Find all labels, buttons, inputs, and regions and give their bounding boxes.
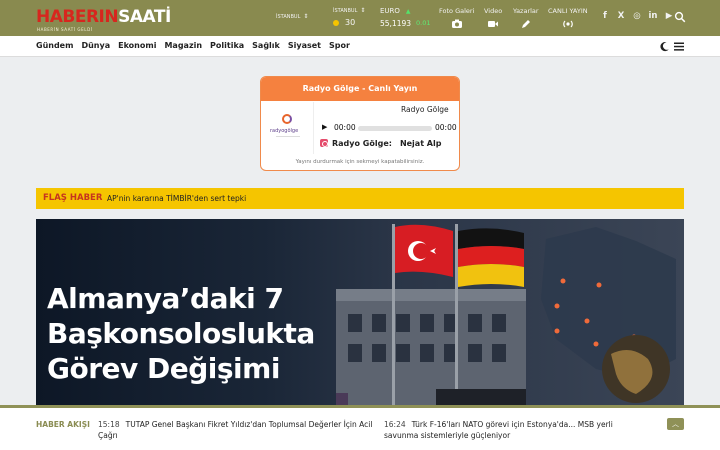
ticker-item[interactable]: 15:18 TUTAP Genel Başkanı Fikret Yıldız'd… bbox=[98, 419, 383, 441]
now-playing-song: Nejat Alp bbox=[399, 138, 442, 148]
updown-chevron-icon: ⇕ bbox=[360, 7, 366, 14]
ticker-time: 16:24 bbox=[384, 420, 406, 429]
quick-link-photo-gallery[interactable]: Foto Galeri bbox=[439, 7, 474, 30]
youtube-icon[interactable]: ▶ bbox=[664, 11, 674, 22]
up-arrow-icon: ▲ bbox=[405, 7, 411, 15]
camera-icon bbox=[451, 19, 462, 28]
nav-item-spor[interactable]: Spor bbox=[329, 41, 350, 50]
social-links: f X ◎ in ▶ bbox=[600, 11, 674, 22]
ticker-label: HABER AKIŞI bbox=[36, 420, 90, 429]
flash-news-bar[interactable]: FLAŞ HABER AP'nin kararına TİMBİR'den se… bbox=[36, 188, 684, 209]
total-time: 00:00 bbox=[435, 123, 457, 132]
radio-station-name: Radyo Gölge bbox=[401, 105, 449, 114]
hamburger-menu-icon[interactable] bbox=[673, 41, 685, 52]
nav-item-gundem[interactable]: Gündem bbox=[36, 41, 73, 50]
current-time: 00:00 bbox=[334, 123, 356, 132]
quick-link-label: CANLI YAYIN bbox=[548, 7, 588, 15]
radio-logo-text: radyogölge bbox=[270, 128, 299, 134]
nav-item-siyaset[interactable]: Siyaset bbox=[288, 41, 321, 50]
radio-logo-divider bbox=[276, 136, 300, 137]
video-icon bbox=[488, 21, 499, 27]
radio-title: Radyo Gölge - Canlı Yayın bbox=[261, 77, 459, 101]
nav-item-magazin[interactable]: Magazin bbox=[164, 41, 202, 50]
site-logo[interactable]: HABERINSAATİ bbox=[36, 8, 171, 26]
pen-icon bbox=[521, 20, 530, 28]
nav-item-politika[interactable]: Politika bbox=[210, 41, 244, 50]
radio-player-widget: Radyo Gölge - Canlı Yayın radyogölge Rad… bbox=[260, 76, 460, 171]
broadcast-icon bbox=[562, 20, 573, 28]
quick-link-video[interactable]: Video bbox=[484, 7, 502, 30]
facebook-icon[interactable]: f bbox=[600, 11, 610, 22]
now-playing-label: Radyo Gölge: bbox=[332, 138, 392, 148]
main-nav: Gündem Dünya Ekonomi Magazin Politika Sa… bbox=[0, 36, 720, 57]
quick-link-label: Yazarlar bbox=[513, 7, 539, 15]
location-select-label: İSTANBUL bbox=[276, 13, 301, 20]
search-icon[interactable] bbox=[674, 11, 686, 23]
nav-item-ekonomi[interactable]: Ekonomi bbox=[118, 41, 156, 50]
nav-item-dunya[interactable]: Dünya bbox=[81, 41, 110, 50]
play-icon[interactable]: ▶ bbox=[322, 123, 327, 131]
music-app-icon bbox=[320, 139, 328, 147]
progress-track[interactable] bbox=[358, 126, 432, 131]
news-ticker: HABER AKIŞI 15:18 TUTAP Genel Başkanı Fik… bbox=[0, 405, 720, 450]
flash-news-headline[interactable]: AP'nin kararına TİMBİR'den sert tepki bbox=[107, 194, 246, 203]
linkedin-icon[interactable]: in bbox=[648, 11, 658, 22]
quick-link-live[interactable]: CANLI YAYIN bbox=[548, 7, 588, 30]
top-header: HABERINSAATİ HABERİN SAATİ GELDİ İSTANBU… bbox=[0, 0, 720, 36]
currency-widget[interactable]: EURO ▲ 55,1193 0.01 bbox=[380, 7, 431, 28]
weather-temp: 30 bbox=[345, 18, 356, 27]
chevron-up-icon[interactable]: ︿ bbox=[667, 418, 684, 430]
ticker-time: 15:18 bbox=[98, 420, 120, 429]
weather-widget[interactable]: İSTANBUL ⇕ 30 bbox=[333, 7, 373, 27]
weather-city: İSTANBUL bbox=[333, 8, 358, 14]
ticker-headline: Türk F-16'ları NATO görevi için Estonya'… bbox=[384, 420, 613, 440]
hero-news-slide[interactable]: Almanya’daki 7 Başkonsoloslukta Görev De… bbox=[36, 219, 684, 407]
hero-headline[interactable]: Almanya’daki 7 Başkonsoloslukta Görev De… bbox=[47, 281, 367, 386]
quick-link-label: Video bbox=[484, 7, 503, 15]
moon-icon[interactable] bbox=[659, 41, 670, 52]
nav-item-saglik[interactable]: Sağlık bbox=[252, 41, 280, 50]
quick-link-label: Foto Galeri bbox=[439, 7, 475, 15]
x-icon[interactable]: X bbox=[616, 11, 626, 22]
location-select[interactable]: İSTANBUL ⇕ bbox=[276, 13, 308, 20]
audio-player: ▶ 00:00 00:00 bbox=[320, 123, 459, 133]
quick-link-authors[interactable]: Yazarlar bbox=[513, 7, 539, 30]
ticker-item[interactable]: 16:24 Türk F-16'ları NATO görevi için Est… bbox=[384, 419, 646, 441]
instagram-icon[interactable]: ◎ bbox=[632, 11, 642, 22]
radio-footer-note: Yayını durdurmak için sekmeyi kapatabili… bbox=[295, 159, 425, 165]
currency-name: EURO bbox=[380, 7, 400, 15]
updown-chevron-icon: ⇕ bbox=[303, 13, 309, 20]
flash-news-label: FLAŞ HABER bbox=[43, 193, 103, 203]
sun-icon bbox=[333, 19, 339, 26]
radio-logo-ring bbox=[282, 114, 292, 124]
ticker-headline: TUTAP Genel Başkanı Fikret Yıldız'dan To… bbox=[98, 420, 373, 440]
currency-value: 55,1193 bbox=[380, 19, 412, 28]
logo-tagline: HABERİN SAATİ GELDİ bbox=[37, 27, 93, 32]
currency-change: 0.01 bbox=[416, 19, 431, 27]
logo-text-part2: SAATİ bbox=[118, 7, 171, 27]
radio-logo: radyogölge bbox=[262, 102, 314, 154]
now-playing: Radyo Gölge: Nejat Alp bbox=[320, 137, 459, 149]
logo-text-part1: HABERIN bbox=[36, 7, 119, 27]
